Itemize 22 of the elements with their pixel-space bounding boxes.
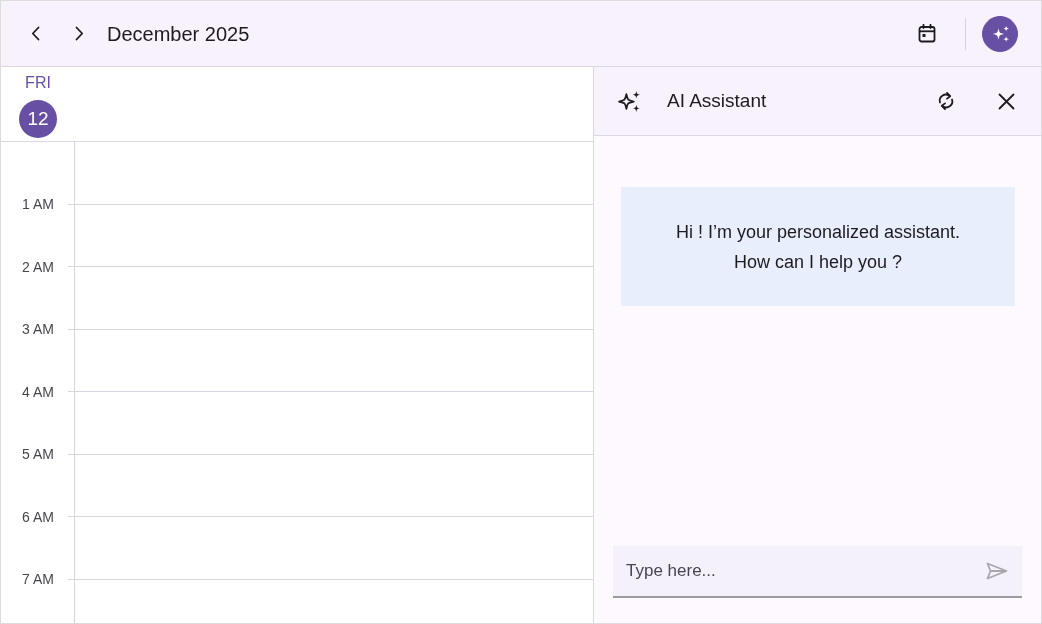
month-title: December 2025 xyxy=(107,21,250,47)
send-icon xyxy=(986,562,1008,580)
assistant-title: AI Assistant xyxy=(667,88,767,113)
chevron-left-icon xyxy=(30,26,40,41)
assistant-toggle-button[interactable] xyxy=(982,15,1018,52)
time-label: 4 AM xyxy=(22,383,54,401)
time-label: 1 AM xyxy=(22,196,54,213)
date-label[interactable]: 12 xyxy=(19,100,57,138)
calendar-icon xyxy=(918,24,936,43)
chevron-right-icon xyxy=(74,26,84,41)
time-label: 2 AM xyxy=(22,258,54,276)
assistant-message: Hi ! I’m your personalized assistant. How can I help you ? xyxy=(621,187,1015,306)
weekday-label: FRI xyxy=(25,73,51,93)
close-icon xyxy=(997,92,1015,110)
sparkle-icon xyxy=(618,90,640,112)
refresh-icon xyxy=(937,91,955,111)
sparkle-icon xyxy=(991,25,1009,42)
time-label: 5 AM xyxy=(22,446,54,463)
time-label: 6 AM xyxy=(22,508,54,526)
time-label: 7 AM xyxy=(22,571,54,588)
time-label: 3 AM xyxy=(22,321,54,338)
message-input[interactable]: Type here... xyxy=(613,546,1022,598)
